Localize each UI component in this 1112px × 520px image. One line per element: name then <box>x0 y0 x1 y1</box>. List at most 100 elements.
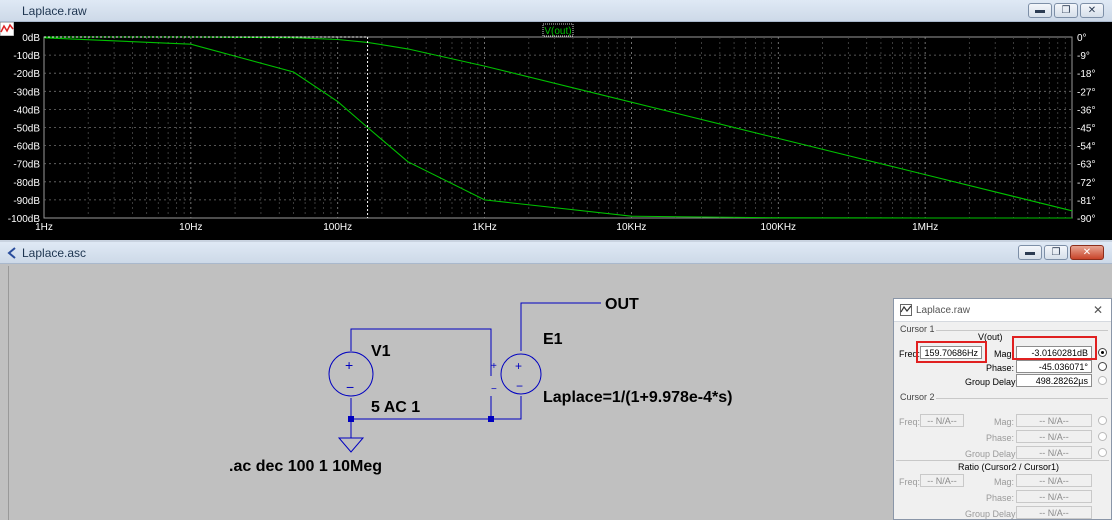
cursor-dialog-icon <box>900 304 912 316</box>
mag-tick-label: 0dB <box>22 33 40 44</box>
cursor1-phase-label: Phase: <box>986 363 1015 373</box>
cursor2-freq-field[interactable]: -- N/A-- <box>920 414 964 427</box>
cursor1-group-label: Cursor 1 <box>900 324 935 334</box>
mag-tick-label: -50dB <box>13 124 40 135</box>
group-divider <box>936 398 1108 399</box>
mag-tick-label: -40dB <box>13 105 40 116</box>
ground-symbol <box>337 437 365 453</box>
svg-text:+: + <box>491 361 497 372</box>
waveform-titlebar[interactable]: Laplace.raw ▬ ❐ ✕ <box>0 0 1112 36</box>
v1-name[interactable]: V1 <box>371 343 391 361</box>
cursor1-phase-radio[interactable] <box>1098 362 1107 371</box>
cursor2-mag-radio[interactable] <box>1098 416 1107 425</box>
schematic-minimize-button[interactable]: ▬ <box>1018 245 1042 260</box>
spice-directive[interactable]: .ac dec 100 1 10Meg <box>229 458 382 476</box>
cursor2-gd-label: Group Delay: <box>965 449 1019 459</box>
ratio-gd-field[interactable]: -- N/A-- <box>1016 506 1092 519</box>
svg-text:+: + <box>515 359 522 373</box>
phase-tick-label: -9° <box>1077 51 1090 62</box>
ratio-phase-label: Phase: <box>986 493 1015 503</box>
ratio-gd-label: Group Delay: <box>965 509 1019 519</box>
waveform-window[interactable]: Laplace.raw ▬ ❐ ✕ 0dB -10dB -20dB -30dB -40d… <box>0 0 1112 240</box>
cursor2-phase-radio[interactable] <box>1098 432 1107 441</box>
vcvs-e1: + − + − <box>491 353 542 395</box>
cursor2-freq-label: Freq: <box>899 417 921 427</box>
freq-tick-label: 1Hz <box>35 222 53 233</box>
cursor2-phase-field[interactable]: -- N/A-- <box>1016 430 1092 443</box>
phase-tick-label: 0° <box>1077 33 1087 44</box>
trace-label: V(out) <box>544 26 571 37</box>
ratio-phase-field[interactable]: -- N/A-- <box>1016 490 1092 503</box>
cursor-dialog-close-icon[interactable]: ✕ <box>1093 303 1103 317</box>
schematic-close-button[interactable]: ✕ <box>1070 245 1104 260</box>
cursor-dialog-titlebar[interactable]: Laplace.raw ✕ <box>894 299 1111 322</box>
bode-plot[interactable]: 0dB -10dB -20dB -30dB -40dB -50dB -60dB -70dB -8… <box>0 22 1112 240</box>
phase-tick-label: -63° <box>1077 160 1095 171</box>
mag-tick-label: -80dB <box>13 178 40 189</box>
ratio-mag-label: Mag: <box>994 477 1015 487</box>
cursor1-phase-field[interactable]: -45.036071° <box>1016 360 1092 373</box>
schematic-app-icon <box>7 247 16 259</box>
cursor1-mag-label: Mag: <box>994 349 1015 359</box>
junction-dot <box>488 416 494 422</box>
restore-button[interactable]: ❐ <box>1054 3 1078 18</box>
cursor2-mag-label: Mag: <box>994 417 1015 427</box>
e1-name[interactable]: E1 <box>543 331 563 349</box>
magnitude-trace <box>44 36 1073 212</box>
ratio-mag-field[interactable]: -- N/A-- <box>1016 474 1092 487</box>
close-button[interactable]: ✕ <box>1080 3 1104 18</box>
highlight-mag-box <box>1012 336 1097 360</box>
v1-value[interactable]: 5 AC 1 <box>371 399 420 417</box>
minimize-button[interactable]: ▬ <box>1028 3 1052 18</box>
ratio-freq-label: Freq: <box>899 477 921 487</box>
svg-text:+: + <box>345 357 353 373</box>
phase-tick-label: -27° <box>1077 87 1095 98</box>
svg-text:−: − <box>516 379 523 393</box>
phase-tick-label: -54° <box>1077 142 1095 153</box>
mag-tick-label: -20dB <box>13 69 40 80</box>
svg-text:−: − <box>346 379 354 395</box>
cursor2-phase-label: Phase: <box>986 433 1015 443</box>
mag-tick-label: -60dB <box>13 142 40 153</box>
mag-tick-label: -90dB <box>13 196 40 207</box>
net-label-out[interactable]: OUT <box>605 296 639 314</box>
freq-tick-label: 100KHz <box>760 222 796 233</box>
schematic-title: Laplace.asc <box>22 246 87 260</box>
freq-tick-label: 1KHz <box>472 222 496 233</box>
schematic-restore-button[interactable]: ❐ <box>1044 245 1068 260</box>
ratio-freq-field[interactable]: -- N/A-- <box>920 474 964 487</box>
schematic-titlebar[interactable]: Laplace.asc ▬ ❐ ✕ <box>0 242 1112 264</box>
cursor-dialog-title: Laplace.raw <box>916 305 970 316</box>
freq-tick-label: 10Hz <box>179 222 202 233</box>
svg-text:−: − <box>491 384 497 395</box>
highlight-freq-box <box>916 341 987 363</box>
cursor-dialog[interactable]: Laplace.raw ✕ Cursor 1 V(out) Freq: 159.… <box>893 298 1112 520</box>
plot-frame <box>43 36 1073 219</box>
group-divider <box>936 330 1108 331</box>
cursor2-mag-field[interactable]: -- N/A-- <box>1016 414 1092 427</box>
freq-tick-label: 10KHz <box>616 222 646 233</box>
freq-tick-label: 1MHz <box>912 222 938 233</box>
cursor1-mag-radio[interactable] <box>1098 348 1107 357</box>
cursor1-gd-radio[interactable] <box>1098 376 1107 385</box>
phase-tick-label: -90° <box>1077 214 1095 225</box>
junction-dot <box>348 416 354 422</box>
ratio-group-label: Ratio (Cursor2 / Cursor1) <box>958 462 1060 472</box>
phase-tick-label: -81° <box>1077 196 1095 207</box>
phase-tick-label: -45° <box>1077 124 1095 135</box>
cursor2-gd-radio[interactable] <box>1098 448 1107 457</box>
cursor2-group-label: Cursor 2 <box>900 392 935 402</box>
cursor1-gd-field[interactable]: 498.28262µs <box>1016 374 1092 387</box>
phase-tick-label: -36° <box>1077 105 1095 116</box>
wire-e1-ret <box>491 396 522 420</box>
cursor1-gd-label: Group Delay: <box>965 377 1019 387</box>
phase-tick-label: -18° <box>1077 69 1095 80</box>
waveform-title: Laplace.raw <box>22 4 87 18</box>
phase-trace <box>43 37 1072 219</box>
freq-tick-label: 100Hz <box>323 222 352 233</box>
group-divider <box>896 460 1109 461</box>
e1-expression[interactable]: Laplace=1/(1+9.978e-4*s) <box>543 389 732 407</box>
voltage-source-v1: + − <box>328 351 374 397</box>
mag-tick-label: -30dB <box>13 87 40 98</box>
cursor2-gd-field[interactable]: -- N/A-- <box>1016 446 1092 459</box>
